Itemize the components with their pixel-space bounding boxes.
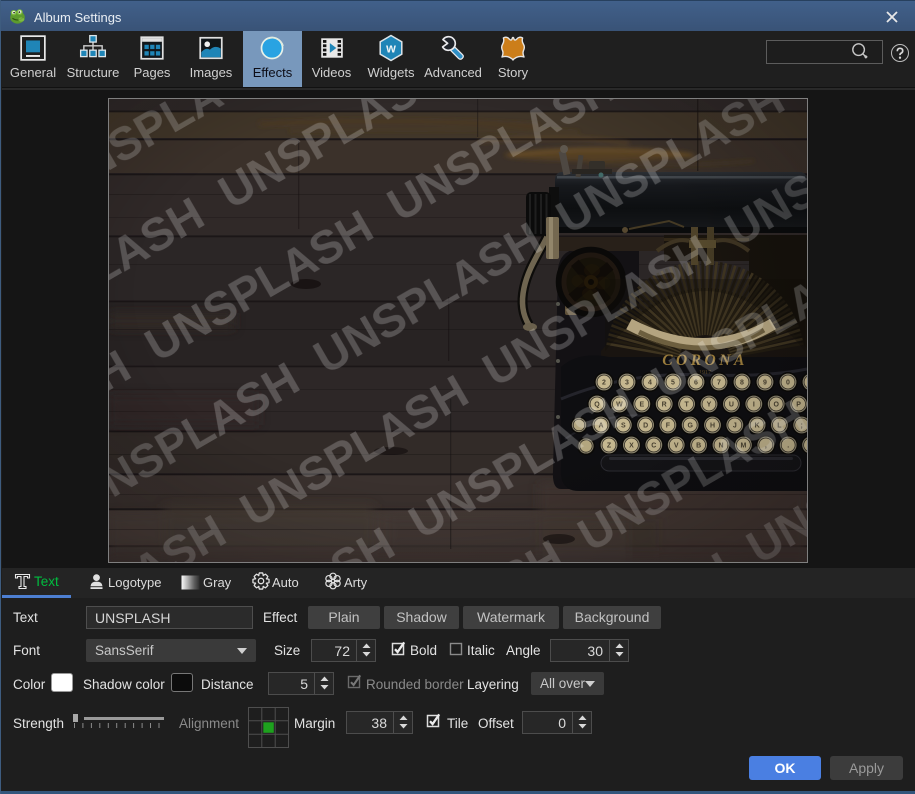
- svg-text:w: w: [385, 42, 396, 56]
